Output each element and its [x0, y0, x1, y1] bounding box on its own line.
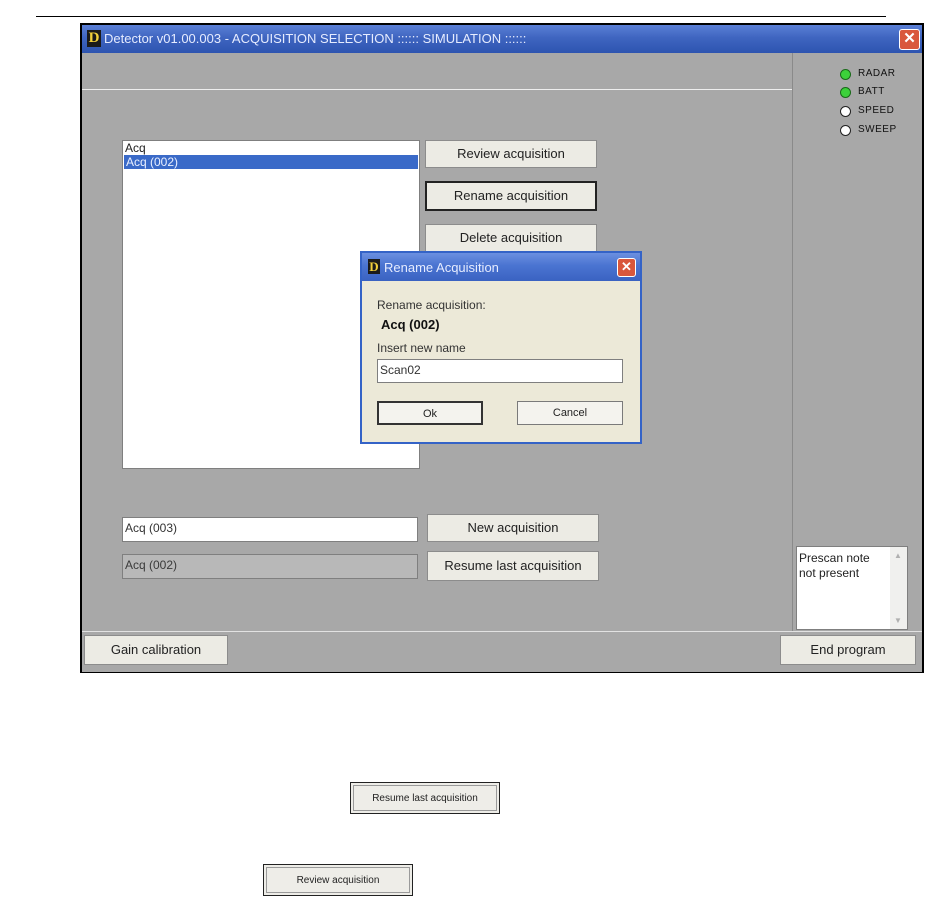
prescan-note-text: Prescan note not present: [799, 551, 870, 580]
end-program-button[interactable]: End program: [780, 635, 916, 665]
review-acquisition-button-sample[interactable]: Review acquisition: [263, 864, 413, 896]
review-acquisition-button[interactable]: Review acquisition: [425, 140, 597, 168]
delete-acquisition-button[interactable]: Delete acquisition: [425, 224, 597, 252]
last-acquisition-field: Acq (002): [122, 554, 418, 579]
top-toolbar-area: [82, 53, 792, 90]
scroll-down-icon[interactable]: ▼: [894, 616, 902, 625]
title-bar: D Detector v01.00.003 - ACQUISITION SELE…: [82, 25, 922, 53]
scroll-up-icon[interactable]: ▲: [894, 551, 902, 560]
button-label: Resume last acquisition: [372, 793, 478, 804]
insert-name-label: Insert new name: [377, 341, 466, 355]
rename-prompt: Rename acquisition:: [377, 298, 486, 312]
status-led-icon: [840, 87, 851, 98]
rename-dialog: D Rename Acquisition ✕ Rename acquisitio…: [360, 251, 642, 444]
close-icon[interactable]: ✕: [617, 258, 636, 277]
panel-divider: [792, 53, 793, 631]
cancel-button[interactable]: Cancel: [517, 401, 623, 425]
rename-acquisition-button[interactable]: Rename acquisition: [425, 181, 597, 211]
new-acquisition-button[interactable]: New acquisition: [427, 514, 599, 542]
list-item[interactable]: Acq: [123, 141, 419, 155]
note-scrollbar[interactable]: ▲ ▼: [890, 547, 907, 629]
new-acquisition-name-input[interactable]: Acq (003): [122, 517, 418, 542]
status-led-icon: [840, 125, 851, 136]
gain-calibration-button[interactable]: Gain calibration: [84, 635, 228, 665]
list-item-selected[interactable]: Acq (002): [124, 155, 418, 169]
new-name-input[interactable]: Scan02: [377, 359, 623, 383]
resume-last-acquisition-button-sample[interactable]: Resume last acquisition: [350, 782, 500, 814]
page-header-rule: [36, 16, 886, 17]
ok-button[interactable]: Ok: [377, 401, 483, 425]
app-logo-icon: D: [368, 259, 380, 274]
status-led-icon: [840, 106, 851, 117]
dialog-title-bar: D Rename Acquisition ✕: [362, 253, 640, 281]
current-acquisition-name: Acq (002): [381, 317, 440, 332]
bottom-bar: Gain calibration End program: [82, 631, 922, 672]
app-logo-icon: D: [87, 30, 101, 47]
window-title: Detector v01.00.003 - ACQUISITION SELECT…: [104, 31, 527, 46]
resume-last-acquisition-button[interactable]: Resume last acquisition: [427, 551, 599, 581]
dialog-title: Rename Acquisition: [384, 260, 499, 275]
close-icon[interactable]: ✕: [899, 29, 920, 50]
button-label: Review acquisition: [296, 875, 380, 886]
status-led-icon: [840, 69, 851, 80]
prescan-note-box[interactable]: Prescan note not present ▲ ▼: [796, 546, 908, 630]
